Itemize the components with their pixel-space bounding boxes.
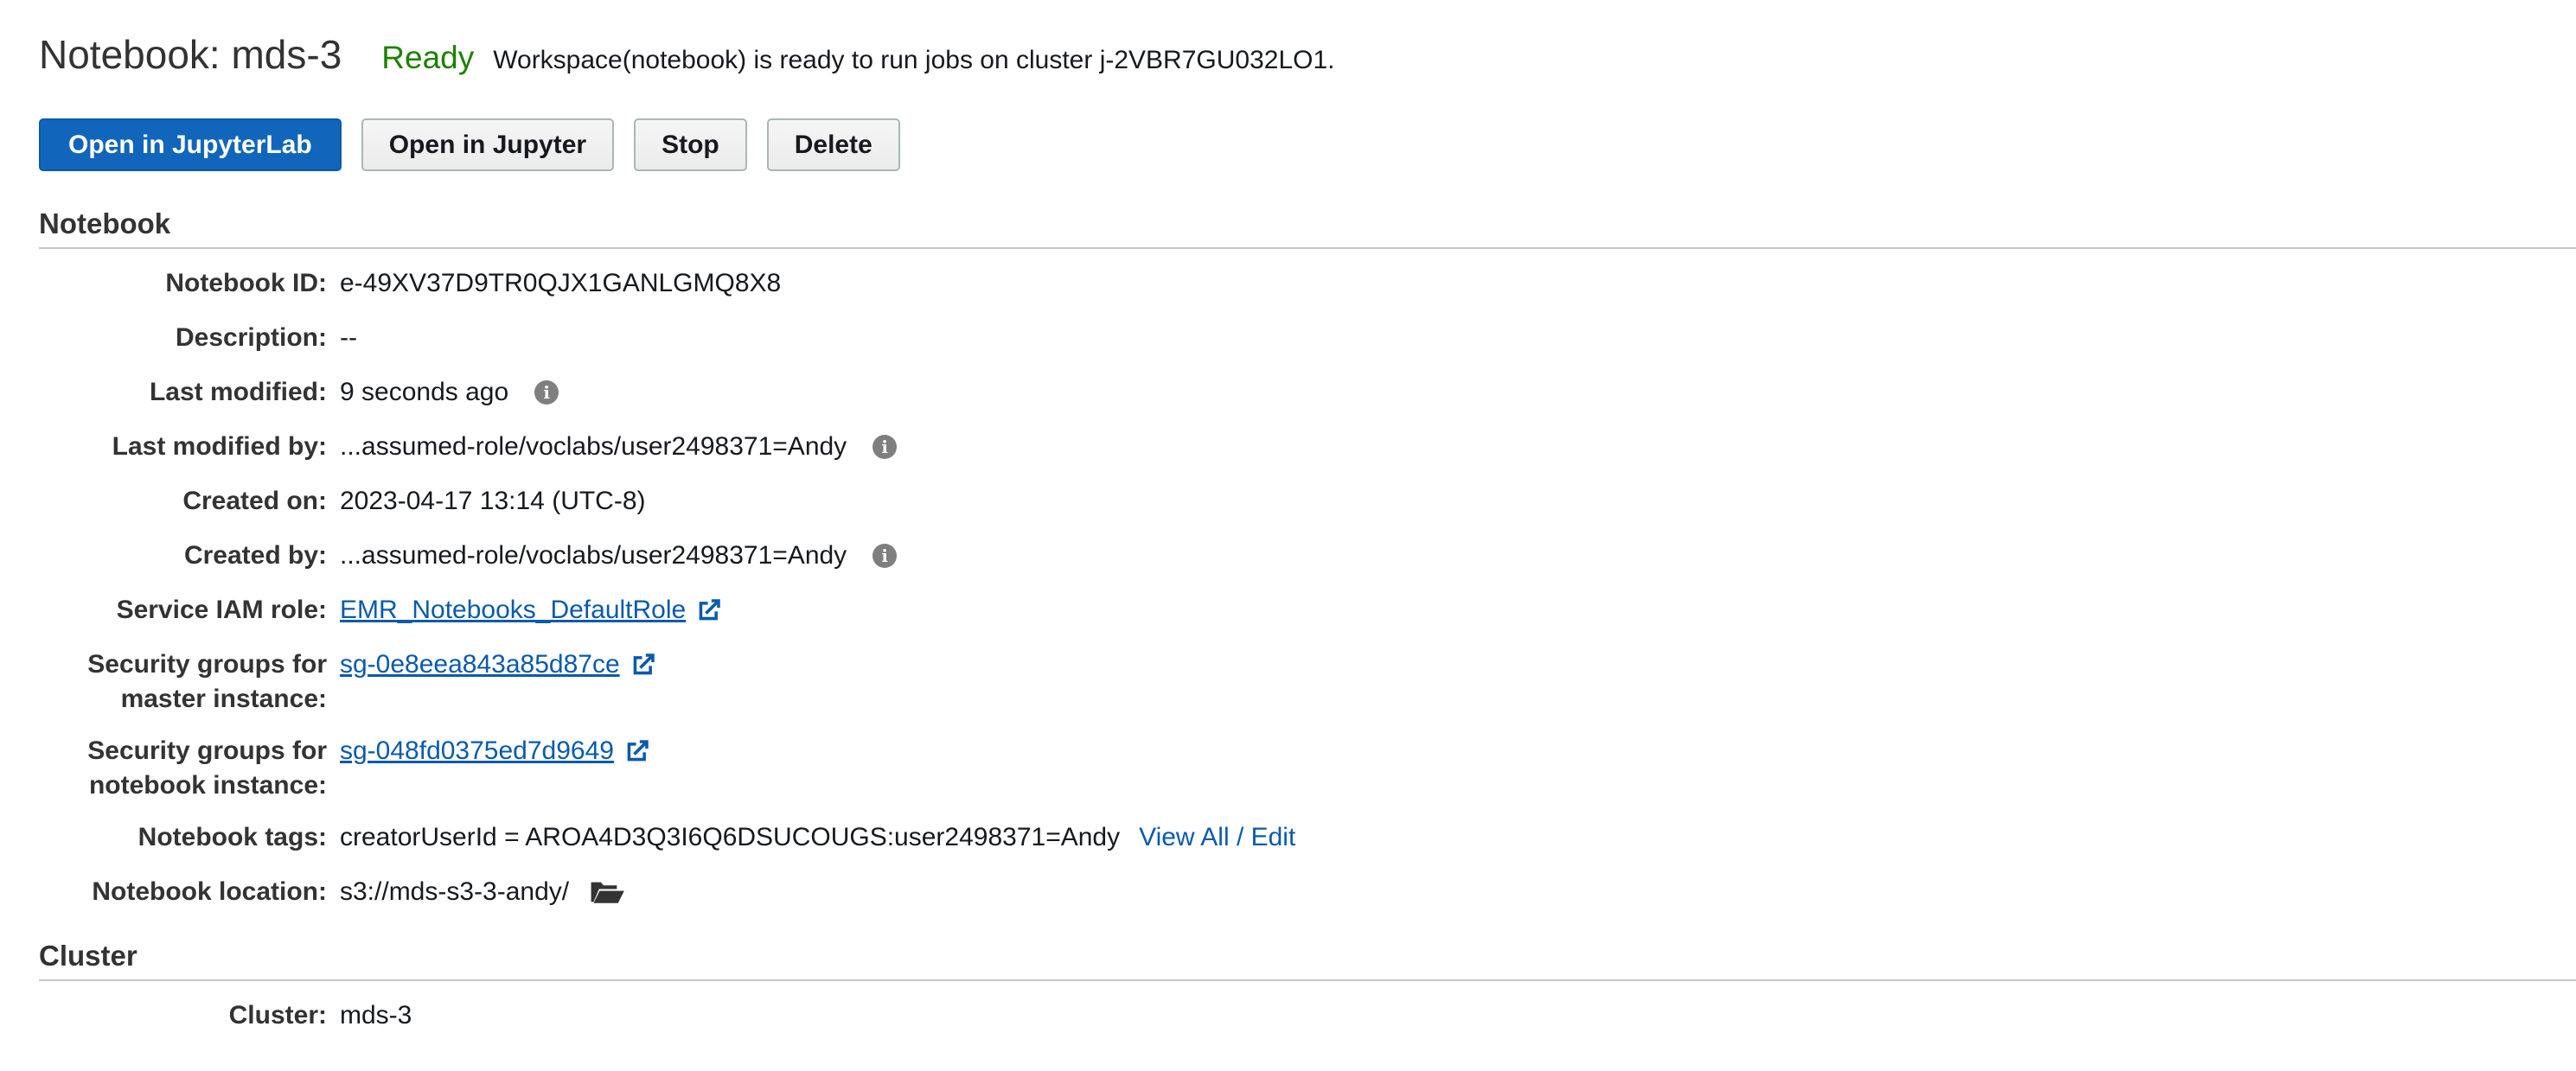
external-link-icon[interactable] [629,650,658,679]
external-link-icon[interactable] [694,596,724,625]
notebook-tags-label: Notebook tags: [137,823,327,851]
notebook-details-page: Notebook: mds-3 Ready Workspace(notebook… [0,0,2576,1033]
created-by-row: Created by: ...assumed-role/voclabs/user… [39,539,2576,573]
notebook-location-value: s3://mds-s3-3-andy/ [340,877,570,906]
sg-notebook-link[interactable]: sg-048fd0375ed7d9649 [340,734,614,768]
notebook-details: Notebook ID: e-49XV37D9TR0QJX1GANLGMQ8X8… [39,266,2576,909]
open-in-jupyterlab-button[interactable]: Open in JupyterLab [39,118,342,171]
created-on-value: 2023-04-17 13:14 (UTC-8) [340,487,646,515]
page-title: Notebook: mds-3 [39,32,342,77]
sg-master-label-line1: Security groups for [87,650,327,679]
notebook-tags-value: creatorUserId = AROA4D3Q3I6Q6DSUCOUGS:us… [340,823,1121,851]
description-label: Description: [175,323,327,352]
sg-master-value-wrap: sg-0e8eea843a85d87ce [340,647,658,717]
sg-notebook-value-wrap: sg-048fd0375ed7d9649 [340,734,652,803]
service-iam-role-link[interactable]: EMR_Notebooks_DefaultRole [340,593,686,628]
last-modified-by-row: Last modified by: ...assumed-role/voclab… [39,430,2576,464]
notebook-location-label: Notebook location: [92,877,327,906]
created-on-label: Created on: [182,487,327,515]
folder-open-icon[interactable] [588,877,626,907]
notebook-tags-value-wrap: creatorUserId = AROA4D3Q3I6Q6DSUCOUGS:us… [340,820,1295,855]
sg-master-label-line2: master instance: [120,685,327,713]
sg-notebook-label-line2: notebook instance: [88,771,327,800]
cluster-row: Cluster: mds-3 [39,998,2576,1033]
sg-master-label: Security groups for master instance: [39,647,327,717]
sg-notebook-row: Security groups for notebook instance: s… [39,734,2576,803]
cluster-section-title: Cluster [39,940,2576,981]
service-iam-role-row: Service IAM role: EMR_Notebooks_DefaultR… [39,593,2576,628]
description-row: Description: -- [39,321,2576,355]
stop-button[interactable]: Stop [634,118,747,171]
last-modified-value: 9 seconds ago [340,378,509,406]
cluster-value: mds-3 [340,1001,412,1030]
sg-notebook-label-line1: Security groups for [87,736,327,765]
last-modified-row: Last modified: 9 seconds ago i [39,375,2576,410]
info-icon[interactable]: i [534,380,559,405]
last-modified-by-value: ...assumed-role/voclabs/user2498371=Andy [340,432,847,461]
delete-button[interactable]: Delete [766,118,900,171]
action-toolbar: Open in JupyterLab Open in Jupyter Stop … [39,118,2576,171]
created-by-value: ...assumed-role/voclabs/user2498371=Andy [340,541,847,570]
info-icon[interactable]: i [873,544,898,568]
service-iam-role-value-wrap: EMR_Notebooks_DefaultRole [340,593,724,628]
sg-notebook-label: Security groups for notebook instance: [39,734,327,803]
status-badge: Ready [381,40,475,75]
notebook-location-row: Notebook location: s3://mds-s3-3-andy/ [39,875,2576,909]
last-modified-label: Last modified: [149,378,327,406]
sg-master-link[interactable]: sg-0e8eea843a85d87ce [340,647,620,682]
service-iam-role-label: Service IAM role: [116,596,327,624]
notebook-id-row: Notebook ID: e-49XV37D9TR0QJX1GANLGMQ8X8 [39,266,2576,301]
page-header: Notebook: mds-3 Ready Workspace(notebook… [39,0,2576,74]
notebook-id-label: Notebook ID: [165,269,327,297]
description-value: -- [340,323,357,352]
last-modified-value-wrap: 9 seconds ago i [340,375,559,410]
notebook-tags-row: Notebook tags: creatorUserId = AROA4D3Q3… [39,820,2576,855]
created-by-label: Created by: [183,541,327,570]
last-modified-by-label: Last modified by: [112,432,327,461]
created-by-value-wrap: ...assumed-role/voclabs/user2498371=Andy… [340,539,898,573]
status-description: Workspace(notebook) is ready to run jobs… [493,46,1335,74]
view-all-edit-tags-link[interactable]: View All / Edit [1139,820,1295,855]
notebook-section-title: Notebook [39,207,2576,249]
cluster-label: Cluster: [228,1001,327,1030]
info-icon[interactable]: i [873,435,898,459]
external-link-icon[interactable] [623,736,652,766]
notebook-id-value: e-49XV37D9TR0QJX1GANLGMQ8X8 [340,269,782,297]
created-on-row: Created on: 2023-04-17 13:14 (UTC-8) [39,484,2576,519]
sg-master-row: Security groups for master instance: sg-… [39,647,2576,717]
open-in-jupyter-button[interactable]: Open in Jupyter [361,118,615,171]
last-modified-by-value-wrap: ...assumed-role/voclabs/user2498371=Andy… [340,430,898,464]
cluster-details: Cluster: mds-3 [39,998,2576,1033]
notebook-location-value-wrap: s3://mds-s3-3-andy/ [340,875,626,909]
